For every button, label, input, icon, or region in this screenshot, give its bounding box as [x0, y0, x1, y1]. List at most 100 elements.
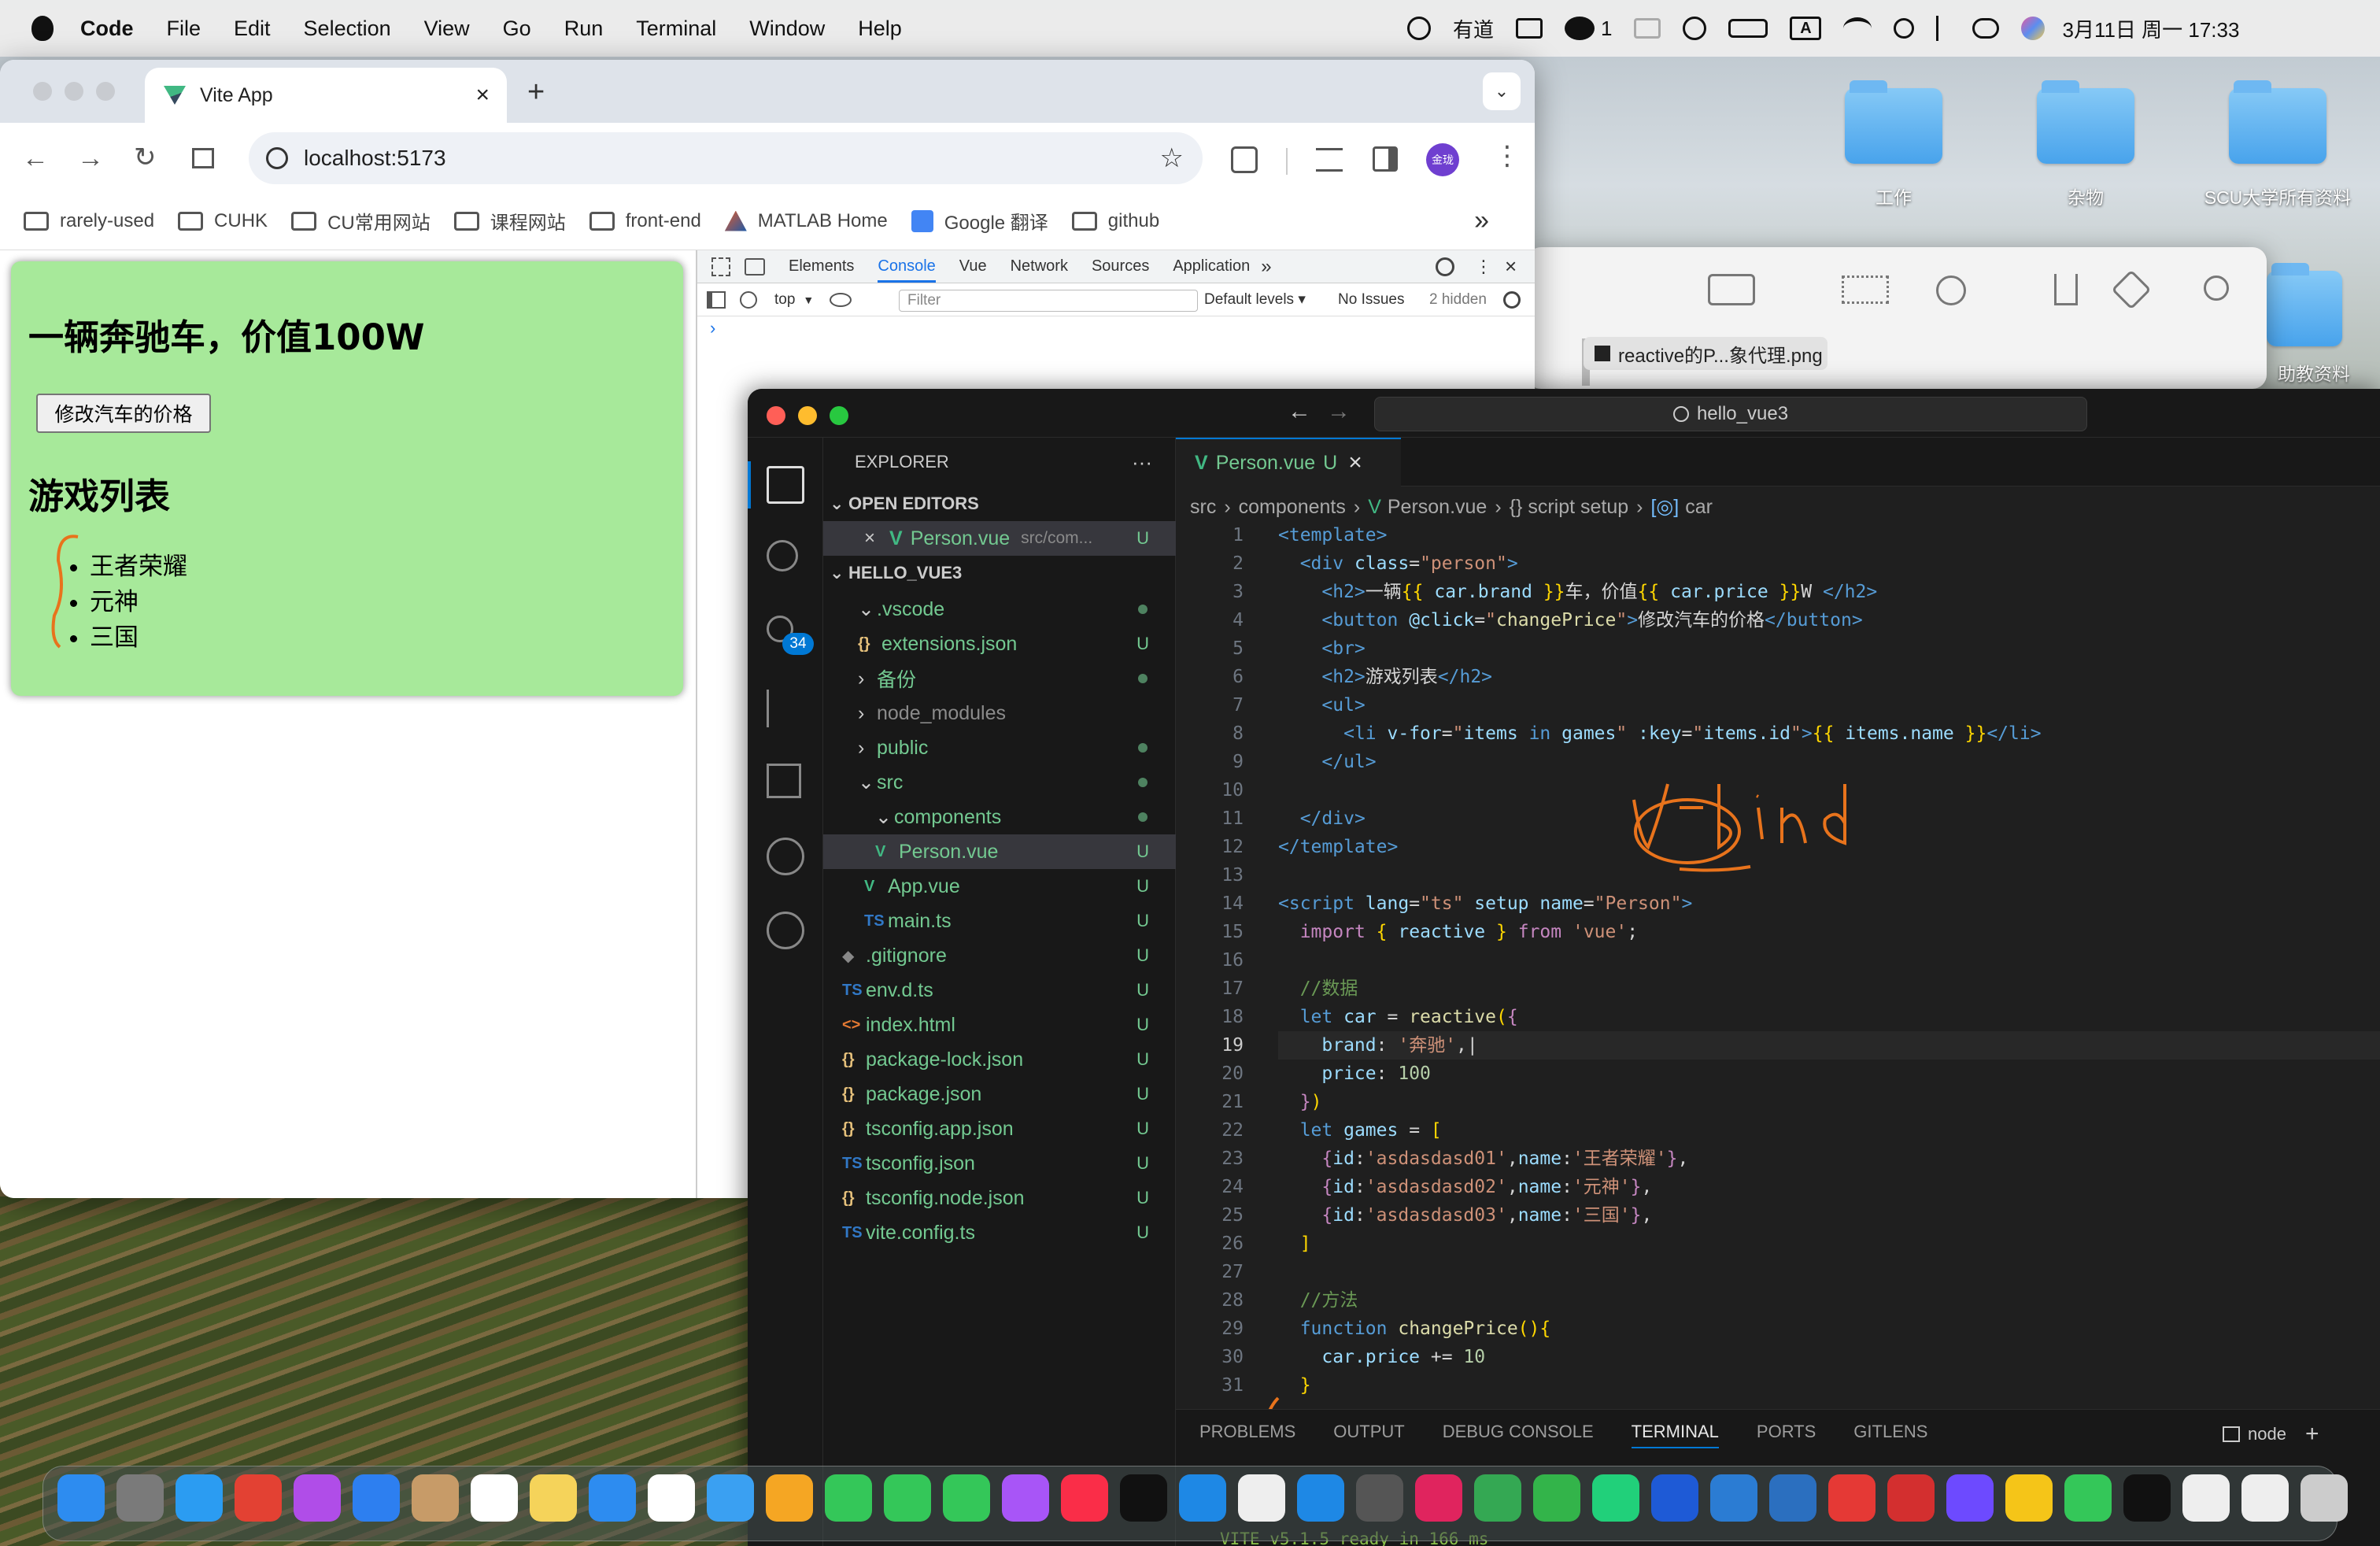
menu-go[interactable]: Go: [503, 17, 531, 41]
dock-app-icon[interactable]: [1769, 1474, 1816, 1522]
tree-item[interactable]: {} tsconfig.node.json U: [823, 1181, 1176, 1215]
dock-app-icon[interactable]: [1002, 1474, 1049, 1522]
tree-item[interactable]: TS vite.config.ts U: [823, 1215, 1176, 1250]
dock-app-icon[interactable]: [235, 1474, 282, 1522]
forward-icon[interactable]: →: [77, 143, 104, 174]
reload-icon[interactable]: ↻: [134, 142, 157, 173]
menu-file[interactable]: File: [167, 17, 201, 41]
input-method-icon[interactable]: A: [1790, 17, 1822, 40]
tree-item[interactable]: ⌄ components: [823, 800, 1176, 834]
profile-avatar[interactable]: 金珑: [1426, 143, 1459, 176]
panel-tab-debug-console[interactable]: DEBUG CONSOLE: [1443, 1422, 1594, 1442]
settings-gear-icon[interactable]: [1436, 257, 1454, 276]
tree-item[interactable]: V Person.vue U: [823, 834, 1176, 869]
dock-app-icon[interactable]: [2241, 1474, 2289, 1522]
dock-app-icon[interactable]: [1828, 1474, 1876, 1522]
tab-console[interactable]: Console: [878, 250, 936, 283]
tag-icon[interactable]: [2111, 269, 2152, 310]
tree-item[interactable]: {} package.json U: [823, 1077, 1176, 1111]
console-filter-input[interactable]: Filter: [899, 290, 1198, 312]
tree-item[interactable]: {} tsconfig.app.json U: [823, 1111, 1176, 1146]
dock-app-icon[interactable]: [648, 1474, 695, 1522]
desktop-folder-scu[interactable]: [2229, 80, 2326, 164]
extensions-icon[interactable]: [1231, 146, 1258, 173]
console-prompt-icon[interactable]: ›: [710, 318, 715, 338]
clock-icon[interactable]: [1683, 17, 1707, 40]
tree-item[interactable]: TS main.ts U: [823, 904, 1176, 938]
bookmark-google-translate[interactable]: Google 翻译: [911, 207, 1048, 235]
panel-tab-terminal[interactable]: TERMINAL: [1631, 1415, 1719, 1448]
explorer-more-icon[interactable]: ···: [1132, 450, 1152, 475]
clear-console-icon[interactable]: [740, 290, 757, 309]
sidebar-toggle-icon[interactable]: [1708, 274, 1755, 305]
view-grid-icon[interactable]: [1842, 276, 1889, 304]
zoom-window-button[interactable]: [96, 82, 115, 101]
close-devtools-icon[interactable]: ×: [1505, 254, 1517, 279]
tree-item[interactable]: {} package-lock.json U: [823, 1042, 1176, 1077]
control-center-icon[interactable]: [1972, 18, 2000, 39]
explorer-icon[interactable]: [767, 466, 804, 504]
context-selector[interactable]: top: [774, 291, 795, 309]
dock-app-icon[interactable]: [2005, 1474, 2053, 1522]
more-tabs-icon[interactable]: »: [1261, 256, 1271, 278]
more-bookmarks-icon[interactable]: »: [1474, 205, 1489, 236]
menu-run[interactable]: Run: [564, 17, 604, 41]
dock-app-icon[interactable]: [825, 1474, 872, 1522]
open-editors-section[interactable]: ⌄ OPEN EDITORS: [823, 486, 1176, 521]
menu-help[interactable]: Help: [858, 17, 902, 41]
desktop-folder-misc[interactable]: [2037, 80, 2134, 164]
tab-vue[interactable]: Vue: [959, 257, 987, 276]
panel-tab-output[interactable]: OUTPUT: [1333, 1422, 1404, 1442]
new-tab-icon[interactable]: +: [527, 76, 545, 109]
dock-app-icon[interactable]: [294, 1474, 341, 1522]
bookmark-cuhk[interactable]: CUHK: [178, 210, 268, 232]
dock-app-icon[interactable]: [1415, 1474, 1462, 1522]
menu-selection[interactable]: Selection: [304, 17, 391, 41]
wechat-icon[interactable]: [1565, 17, 1595, 40]
youdao-tray[interactable]: 有道: [1453, 14, 1494, 43]
more-icon[interactable]: [1936, 276, 1966, 305]
bluetooth-icon[interactable]: [1936, 16, 1950, 41]
bookmark-github[interactable]: github: [1071, 210, 1159, 232]
address-bar[interactable]: localhost:5173 ☆: [249, 132, 1203, 184]
bookmark-front-end[interactable]: front-end: [589, 210, 701, 232]
dock-app-icon[interactable]: [943, 1474, 990, 1522]
gitlens-icon[interactable]: [767, 912, 804, 949]
dock-app-icon[interactable]: [589, 1474, 636, 1522]
run-debug-icon[interactable]: [767, 690, 795, 727]
tree-item[interactable]: › public: [823, 730, 1176, 765]
media-icon[interactable]: [1316, 148, 1343, 172]
device-toolbar-icon[interactable]: [745, 257, 765, 276]
menu-view[interactable]: View: [424, 17, 470, 41]
panel-tab-ports[interactable]: PORTS: [1757, 1422, 1816, 1442]
stage-manager-icon[interactable]: [1634, 18, 1661, 39]
finder-tab[interactable]: reactive的P...象代理.png: [1584, 337, 1828, 370]
nav-back-icon[interactable]: ←: [1288, 398, 1311, 425]
dock-app-icon[interactable]: [2301, 1474, 2348, 1522]
panel-tab-problems[interactable]: PROBLEMS: [1199, 1422, 1295, 1442]
app-menu[interactable]: Code: [80, 17, 134, 41]
tab-application[interactable]: Application: [1173, 257, 1250, 276]
minimize-window-button[interactable]: [65, 82, 83, 101]
dock-app-icon[interactable]: [707, 1474, 754, 1522]
dock-app-icon[interactable]: [176, 1474, 223, 1522]
new-terminal-icon[interactable]: +: [2305, 1421, 2319, 1448]
dock-app-icon[interactable]: [1651, 1474, 1698, 1522]
desktop-folder-work[interactable]: [1845, 80, 1942, 164]
dock-app-icon[interactable]: [530, 1474, 577, 1522]
close-tab-icon[interactable]: ×: [475, 82, 490, 109]
dock-app-icon[interactable]: [1061, 1474, 1108, 1522]
inspect-icon[interactable]: [711, 257, 730, 276]
siri-icon[interactable]: [2021, 17, 2046, 40]
date-time[interactable]: 3月11日 周一 17:33: [2062, 14, 2239, 43]
search-icon[interactable]: [2204, 276, 2229, 301]
tree-item[interactable]: <> index.html U: [823, 1008, 1176, 1042]
tree-item[interactable]: V App.vue U: [823, 869, 1176, 904]
dock-app-icon[interactable]: [57, 1474, 105, 1522]
dock-app-icon[interactable]: [2123, 1474, 2171, 1522]
browser-tab[interactable]: Vite App ×: [145, 68, 507, 123]
git-graph-icon[interactable]: [767, 838, 804, 875]
command-center-search[interactable]: hello_vue3: [1374, 397, 2087, 431]
tree-item[interactable]: ⌄ src: [823, 765, 1176, 800]
terminal-selector[interactable]: node +: [2223, 1421, 2319, 1448]
